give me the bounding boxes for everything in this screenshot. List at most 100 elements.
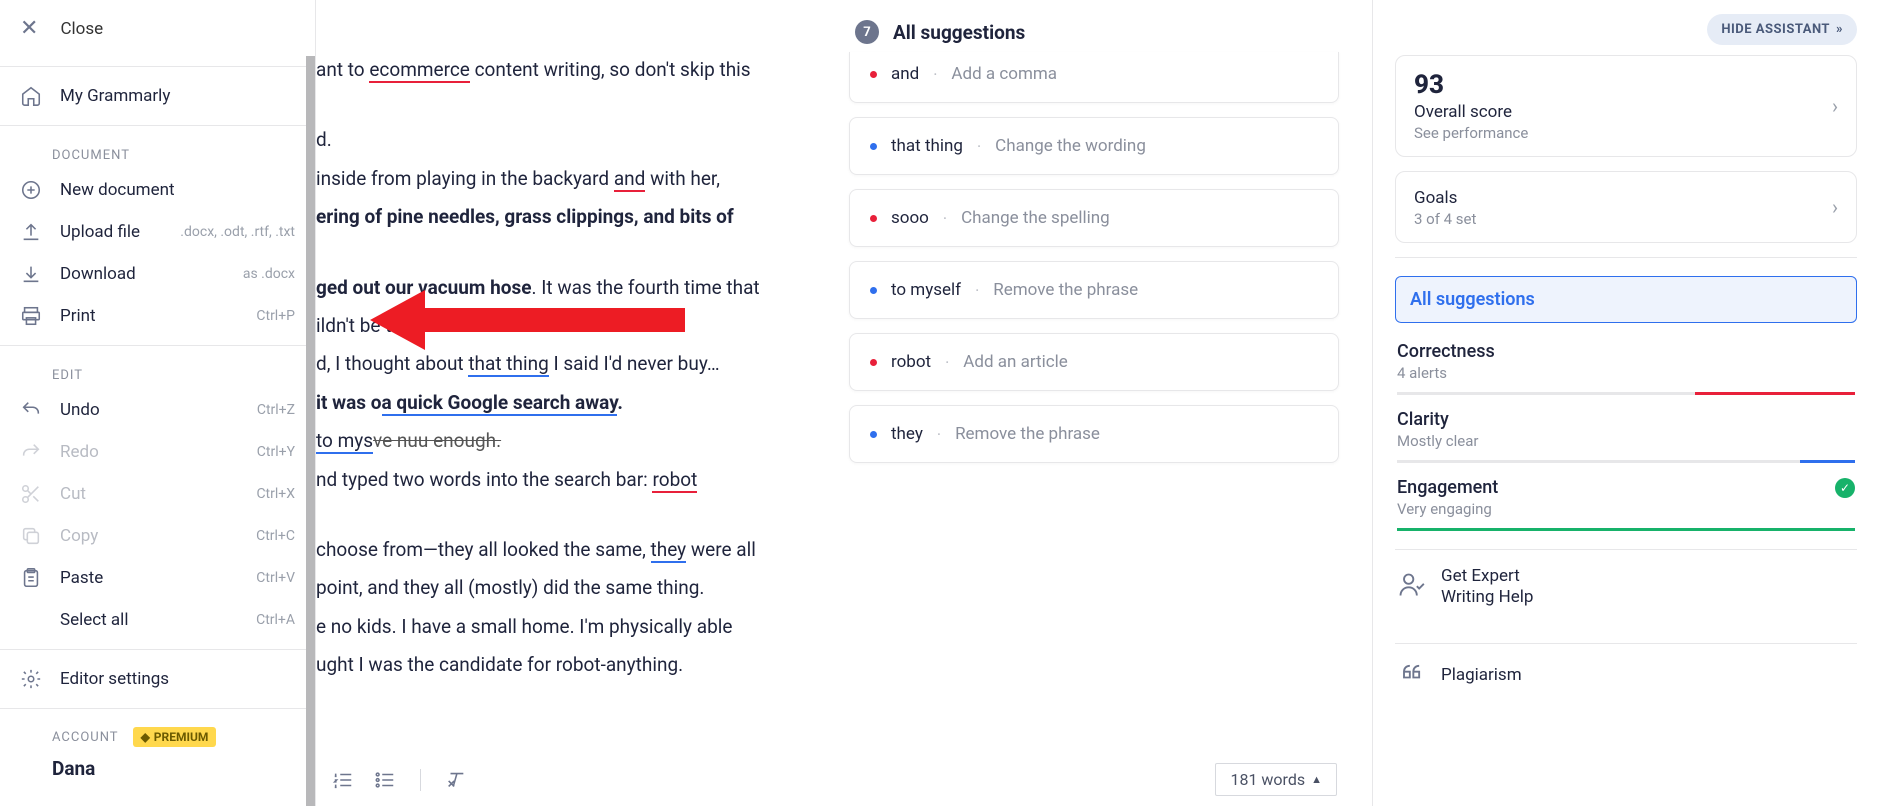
undo-icon	[20, 399, 42, 421]
divider	[1395, 257, 1857, 258]
section-account: ACCOUNT	[52, 730, 119, 745]
upload-icon	[20, 221, 42, 243]
assistant-panel: HIDE ASSISTANT » 93 Overall score See pe…	[1373, 0, 1879, 806]
menu-label: Copy	[60, 526, 238, 546]
close-menu[interactable]: ✕ Close	[0, 0, 315, 58]
underline-ecommerce: ecommerce	[369, 58, 470, 83]
check-circle-icon: ✓	[1835, 478, 1855, 498]
numbered-list-icon[interactable]	[332, 769, 354, 791]
menu-hint: Ctrl+V	[256, 570, 295, 586]
menu-hint: .docx, .odt, .rtf, .txt	[180, 224, 295, 240]
underline-they: they	[651, 538, 687, 563]
close-label: Close	[60, 19, 103, 39]
suggestion-card[interactable]: they · Remove the phrase	[849, 405, 1339, 463]
divider	[420, 769, 421, 791]
menu-label: My Grammarly	[60, 86, 295, 106]
bullet-list-icon[interactable]	[374, 769, 396, 791]
plagiarism-button[interactable]: Plagiarism	[1395, 643, 1857, 708]
clear-formatting-icon[interactable]	[445, 769, 467, 791]
menu-label: Paste	[60, 568, 238, 588]
score-title: Overall score	[1414, 102, 1832, 122]
suggestions-title: All suggestions	[893, 21, 1025, 44]
menu-select-all[interactable]: Select all Ctrl+A	[0, 599, 315, 641]
dot-blue-icon	[870, 143, 877, 150]
user-name: Dana	[0, 751, 315, 780]
menu-my-grammarly[interactable]: My Grammarly	[0, 75, 315, 117]
copy-icon	[20, 525, 42, 547]
filter-all-suggestions[interactable]: All suggestions	[1395, 276, 1857, 323]
menu-upload-file[interactable]: Upload file .docx, .odt, .rtf, .txt	[0, 211, 315, 253]
suggestion-card[interactable]: that thing · Change the wording	[849, 117, 1339, 175]
menu-editor-settings[interactable]: Editor settings	[0, 658, 315, 700]
menu-new-document[interactable]: New document	[0, 169, 315, 211]
section-document: DOCUMENT	[0, 134, 315, 169]
menu-label: New document	[60, 180, 295, 200]
suggestion-card[interactable]: to myself · Remove the phrase	[849, 261, 1339, 319]
menu-label: Cut	[60, 484, 238, 504]
menu-label: Redo	[60, 442, 239, 462]
underline-myself: to mys	[316, 429, 373, 454]
dot-red-icon	[870, 215, 877, 222]
dot-blue-icon	[870, 287, 877, 294]
chevron-right-icon: ›	[1832, 94, 1838, 118]
underline-and: and	[614, 167, 646, 192]
footer-toolbar: 181 words ▲	[332, 753, 1357, 806]
underline-robot: robot	[652, 468, 697, 493]
close-icon: ✕	[20, 18, 38, 40]
menu-cut: Cut Ctrl+X	[0, 473, 315, 515]
section-edit: EDIT	[0, 354, 315, 389]
home-icon	[20, 85, 42, 107]
overall-score-card[interactable]: 93 Overall score See performance ›	[1395, 55, 1857, 157]
metric-clarity[interactable]: Clarity Mostly clear	[1395, 395, 1857, 463]
sidebar-menu: ✕ Close My Grammarly DOCUMENT New docume…	[0, 0, 316, 806]
menu-label: Print	[60, 306, 238, 326]
menu-print[interactable]: Print Ctrl+P	[0, 295, 315, 337]
sidebar-scrollbar[interactable]	[306, 56, 315, 806]
divider	[0, 125, 315, 126]
menu-redo: Redo Ctrl+Y	[0, 431, 315, 473]
divider	[0, 649, 315, 650]
word-count[interactable]: 181 words ▲	[1215, 763, 1337, 796]
dot-red-icon	[870, 359, 877, 366]
suggestion-card[interactable]: robot · Add an article	[849, 333, 1339, 391]
expert-icon	[1397, 571, 1425, 603]
menu-undo[interactable]: Undo Ctrl+Z	[0, 389, 315, 431]
blank-icon	[20, 609, 42, 631]
divider	[0, 708, 315, 709]
underline-search: a quick Google search away	[382, 391, 618, 416]
menu-label: Upload file	[60, 222, 162, 242]
metric-engagement[interactable]: Engagement ✓ Very engaging	[1395, 463, 1857, 531]
menu-hint: as .docx	[243, 266, 295, 282]
divider	[0, 345, 315, 346]
menu-hint: Ctrl+C	[256, 528, 295, 544]
metric-correctness[interactable]: Correctness 4 alerts	[1395, 327, 1857, 395]
download-icon	[20, 263, 42, 285]
score-value: 93	[1414, 70, 1832, 100]
menu-paste[interactable]: Paste Ctrl+V	[0, 557, 315, 599]
menu-hint: Ctrl+Z	[257, 402, 295, 418]
suggestion-card[interactable]: sooo · Change the spelling	[849, 189, 1339, 247]
hide-assistant-button[interactable]: HIDE ASSISTANT »	[1707, 14, 1857, 45]
score-subtitle: See performance	[1414, 124, 1832, 142]
menu-hint: Ctrl+A	[256, 612, 295, 628]
chevron-right-icon: ›	[1832, 195, 1838, 219]
quote-icon	[1397, 660, 1425, 692]
get-expert-help[interactable]: Get Expert Writing Help	[1395, 549, 1857, 625]
menu-label: Download	[60, 264, 225, 284]
dot-blue-icon	[870, 431, 877, 438]
diamond-icon: ◆	[141, 730, 150, 744]
menu-label: Undo	[60, 400, 239, 420]
suggestion-card[interactable]: and · Add a comma	[849, 52, 1339, 103]
goals-subtitle: 3 of 4 set	[1414, 210, 1832, 228]
menu-label: Select all	[60, 610, 238, 630]
annotation-arrow	[370, 290, 690, 350]
redo-icon	[20, 441, 42, 463]
menu-download[interactable]: Download as .docx	[0, 253, 315, 295]
underline-that-thing: that thing	[468, 352, 548, 377]
chevron-double-right-icon: »	[1836, 22, 1843, 37]
menu-label: Editor settings	[60, 669, 295, 689]
goals-card[interactable]: Goals 3 of 4 set ›	[1395, 171, 1857, 243]
print-icon	[20, 305, 42, 327]
account-row: ACCOUNT ◆ PREMIUM	[0, 717, 315, 751]
premium-label: PREMIUM	[154, 730, 209, 744]
